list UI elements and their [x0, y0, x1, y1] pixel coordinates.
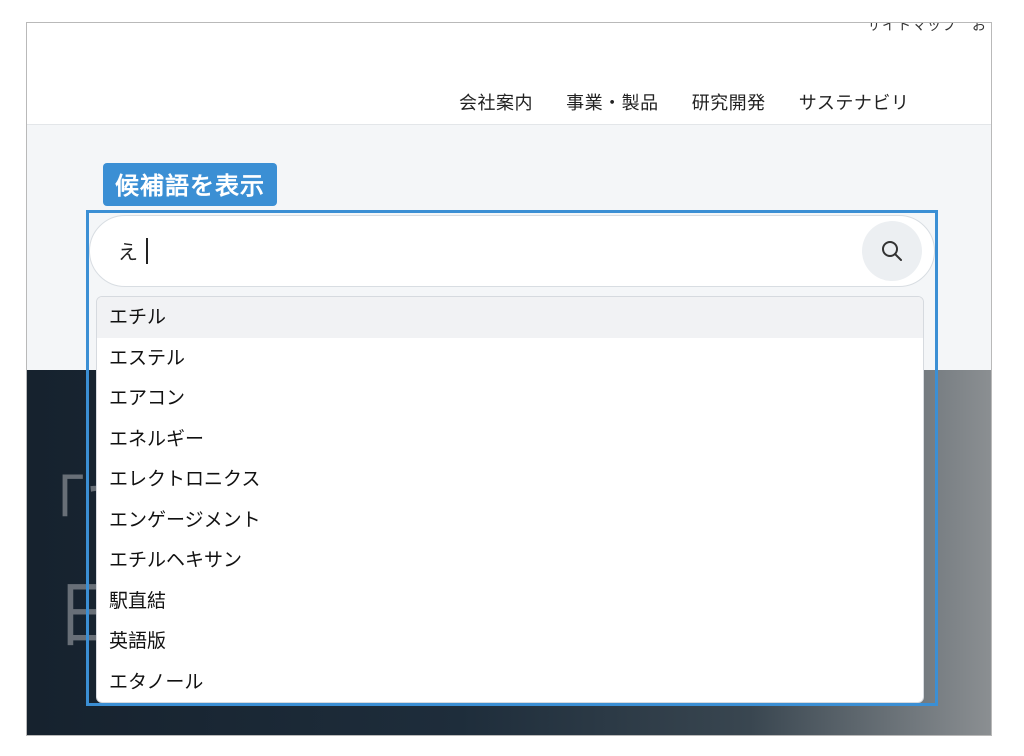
nav-item-business[interactable]: 事業・製品 [566, 89, 659, 115]
site-header: サイトマップ お 会社案内 事業・製品 研究開発 サステナビリ [27, 23, 991, 125]
nav-item-research[interactable]: 研究開発 [692, 89, 766, 115]
utility-link[interactable]: サイトマップ お [867, 23, 987, 35]
annotation-highlight-box [86, 210, 938, 706]
annotation-label: 候補語を表示 [103, 163, 277, 206]
nav-item-sustainability[interactable]: サステナビリ [799, 89, 910, 115]
nav-item-company[interactable]: 会社案内 [459, 89, 533, 115]
global-nav: 会社案内 事業・製品 研究開発 サステナビリ [459, 89, 937, 115]
browser-frame: サイトマップ お 会社案内 事業・製品 研究開発 サステナビリ 「て 日 候補語… [26, 22, 992, 736]
